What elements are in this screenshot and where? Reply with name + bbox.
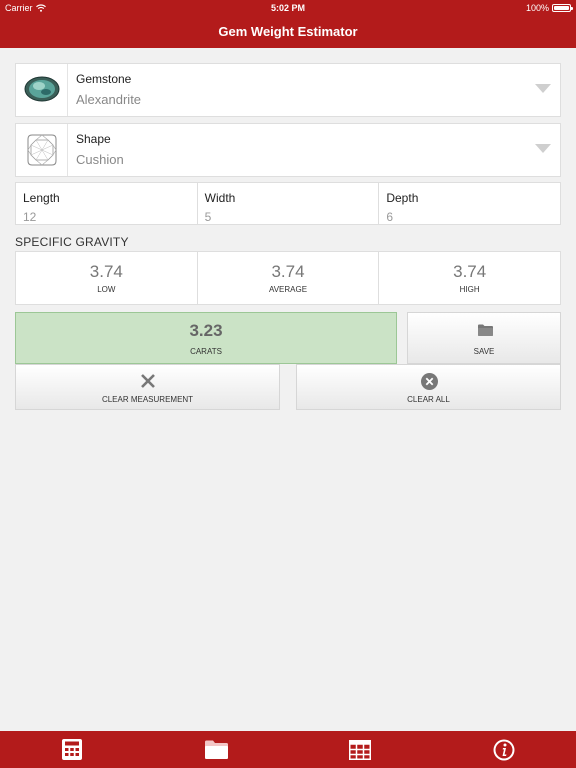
depth-label: Depth <box>386 191 419 205</box>
info-icon <box>493 739 515 760</box>
width-label: Width <box>204 191 236 205</box>
shape-value: Cushion <box>76 152 124 167</box>
tab-bar <box>0 731 576 768</box>
status-bar: Carrier 5:02 PM 100% <box>0 0 576 16</box>
clear-circle-icon <box>421 373 438 390</box>
folder-icon <box>478 324 493 336</box>
sg-average-label: AVERAGE <box>268 285 308 294</box>
sg-average-cell: 3.74 AVERAGE <box>198 252 380 304</box>
sg-low-label: LOW <box>97 285 116 294</box>
sg-high-value: 3.74 <box>453 262 487 281</box>
shape-label: Shape <box>76 132 111 146</box>
width-field[interactable]: Width 5 <box>198 183 380 224</box>
specific-gravity-heading: SPECIFIC GRAVITY <box>15 235 129 249</box>
battery-percent: 100% <box>525 3 549 13</box>
depth-field[interactable]: Depth 6 <box>379 183 560 224</box>
save-button-label: SAVE <box>473 347 495 356</box>
calculator-icon <box>62 739 82 760</box>
shape-thumbnail <box>16 124 68 176</box>
tab-table[interactable] <box>288 731 432 768</box>
measurements-row: Length 12 Width 5 Depth 6 <box>15 182 561 225</box>
sg-average-value: 3.74 <box>271 262 305 281</box>
specific-gravity-row: 3.74 LOW 3.74 AVERAGE 3.74 HIGH <box>15 251 561 305</box>
folder-icon <box>204 740 228 759</box>
save-button[interactable]: SAVE <box>407 312 561 364</box>
close-icon <box>141 374 155 388</box>
app-header: Carrier 5:02 PM 100% Gem Weight Estimato… <box>0 0 576 48</box>
tab-info[interactable] <box>432 731 576 768</box>
table-icon <box>349 739 371 760</box>
clear-measurement-label: CLEAR MEASUREMENT <box>101 395 194 404</box>
status-battery-group: 100% <box>525 3 573 13</box>
length-label: Length <box>23 191 60 205</box>
depth-value[interactable]: 6 <box>386 210 393 224</box>
shape-selector[interactable]: Shape Cushion <box>15 123 561 177</box>
length-field[interactable]: Length 12 <box>16 183 198 224</box>
carats-result: 3.23 CARATS <box>15 312 397 364</box>
chevron-down-icon <box>535 144 551 153</box>
tab-saved[interactable] <box>144 731 288 768</box>
sg-low-cell: 3.74 LOW <box>16 252 198 304</box>
sg-low-value: 3.74 <box>89 262 123 281</box>
length-value[interactable]: 12 <box>23 210 36 224</box>
carats-label: CARATS <box>190 347 222 356</box>
gemstone-selector[interactable]: Gemstone Alexandrite <box>15 63 561 117</box>
gemstone-label: Gemstone <box>76 72 132 86</box>
clear-measurement-button[interactable]: CLEAR MEASUREMENT <box>15 364 280 410</box>
chevron-down-icon <box>535 84 551 93</box>
page-title: Gem Weight Estimator <box>218 24 358 39</box>
gemstone-value: Alexandrite <box>76 92 142 107</box>
status-time: 5:02 PM <box>270 3 305 13</box>
cushion-shape-icon <box>27 134 56 166</box>
clear-all-label: CLEAR ALL <box>407 395 450 404</box>
sg-high-label: HIGH <box>459 285 480 294</box>
sg-high-cell: 3.74 HIGH <box>379 252 560 304</box>
battery-icon <box>552 4 573 12</box>
carats-value: 3.23 <box>189 321 223 340</box>
gemstone-image-icon <box>24 76 59 102</box>
clear-all-button[interactable]: CLEAR ALL <box>296 364 561 410</box>
tab-calculator[interactable] <box>0 731 144 768</box>
width-value[interactable]: 5 <box>205 210 212 224</box>
gemstone-thumbnail <box>16 64 68 116</box>
